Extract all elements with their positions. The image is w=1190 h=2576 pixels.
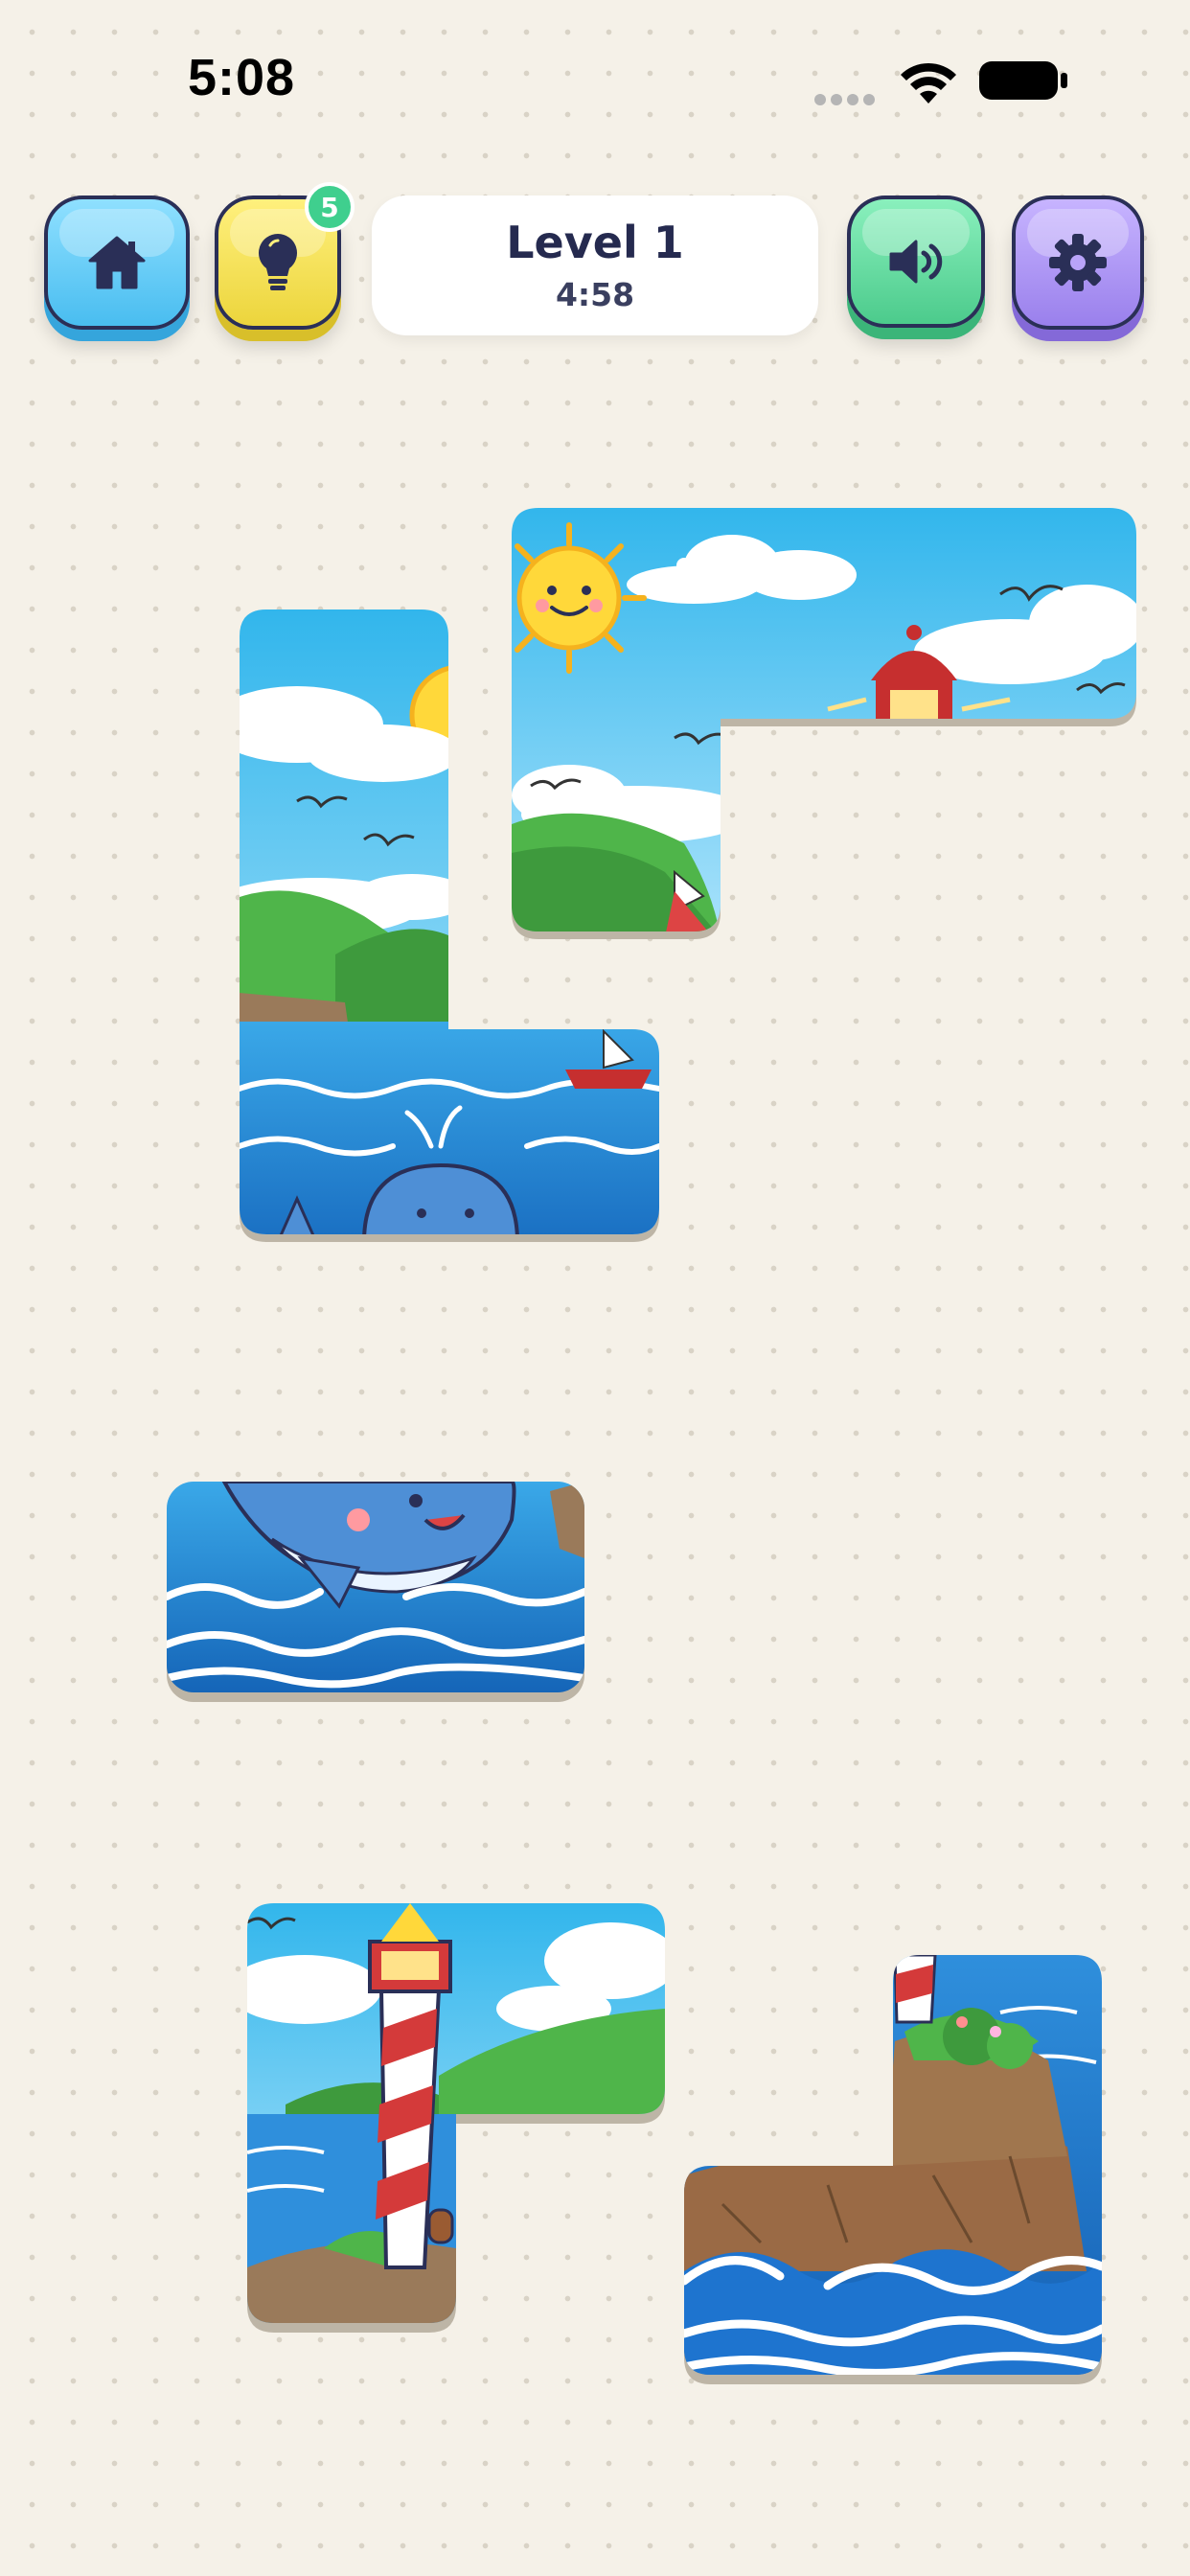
- puzzle-board: [0, 0, 1190, 2576]
- puzzle-piece-rock-waves[interactable]: [684, 1955, 1102, 2384]
- puzzle-piece-whale-waves[interactable]: [167, 1482, 584, 1702]
- puzzle-piece-lighthouse[interactable]: [247, 1903, 665, 2333]
- puzzle-piece-cliff-whale[interactable]: [240, 610, 659, 1242]
